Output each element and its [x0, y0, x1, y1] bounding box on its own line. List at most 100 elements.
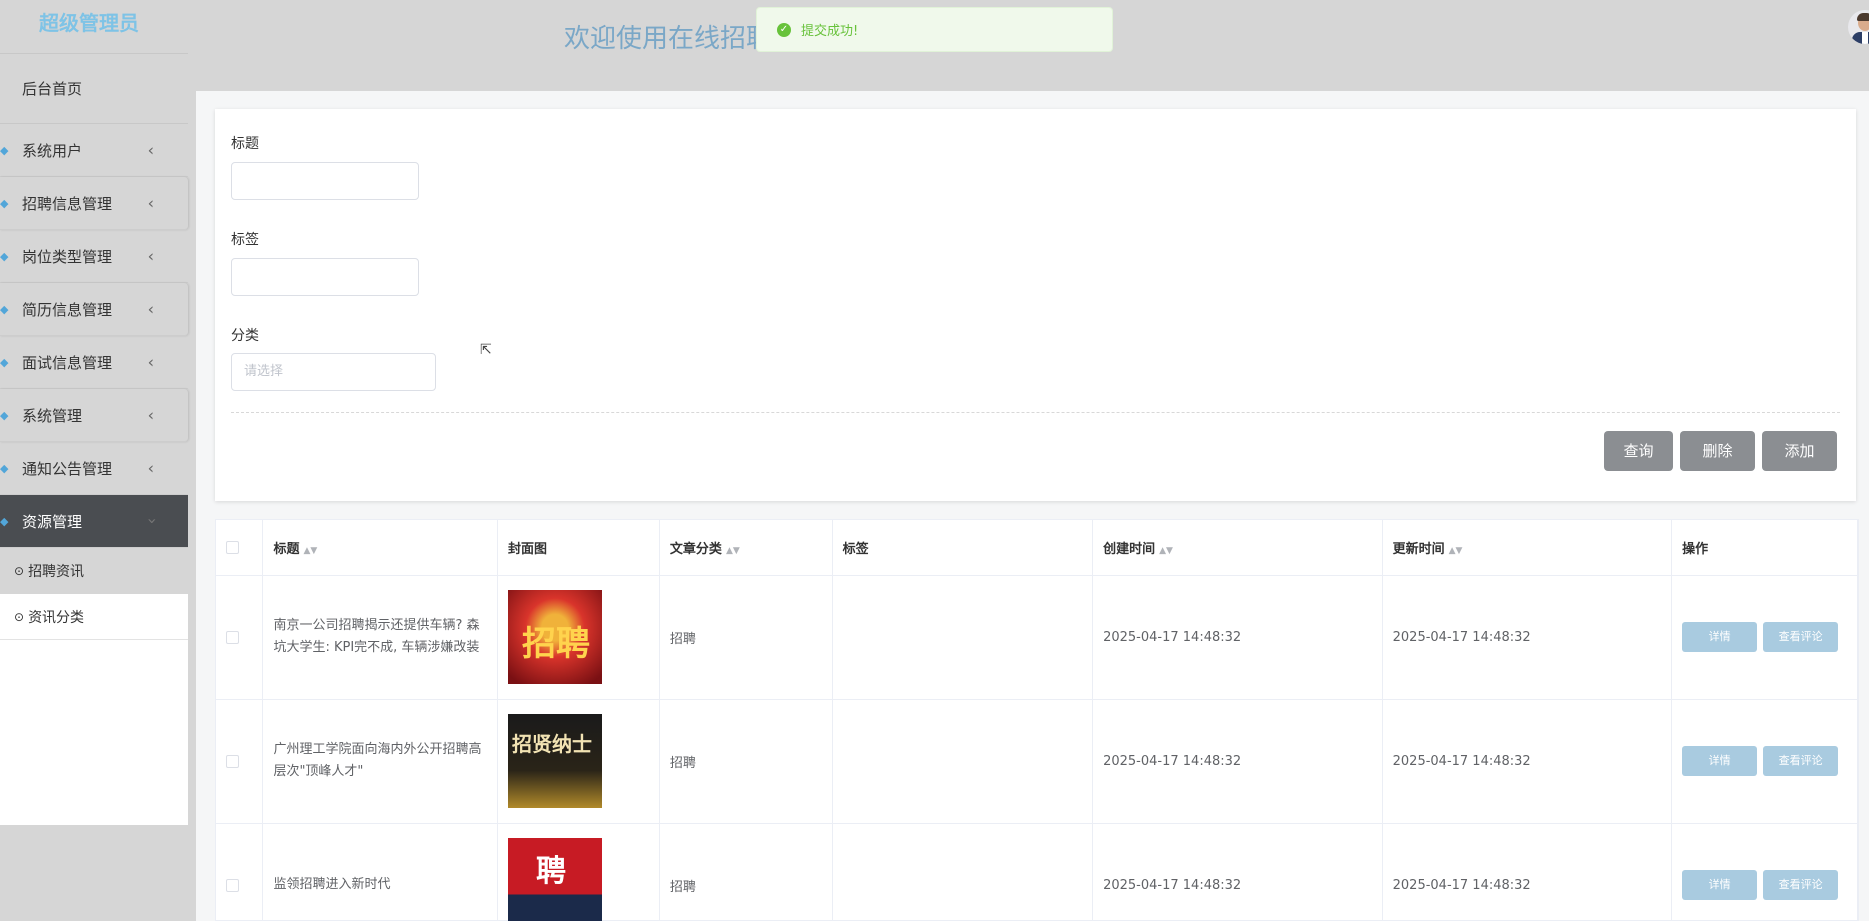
diamond-icon: ◆: [0, 355, 9, 369]
select-all-cell: [216, 520, 264, 576]
sidebar-item-interviews[interactable]: ◆ 面试信息管理 ‹: [0, 336, 188, 389]
row-checkbox[interactable]: [226, 630, 239, 644]
row-checkbox[interactable]: [226, 878, 239, 892]
diamond-icon: ◆: [0, 249, 9, 263]
sidebar-title: 超级管理员: [0, 0, 188, 54]
sidebar-item-home[interactable]: 后台首页: [0, 54, 188, 124]
row-updated: 2025-04-17 14:48:32: [1382, 699, 1673, 824]
row-checkbox[interactable]: [226, 754, 239, 768]
add-button[interactable]: 添加: [1762, 431, 1837, 471]
sidebar-item-resources[interactable]: ◆ 资源管理 ‹: [0, 495, 188, 548]
search-form: 标题 标签 分类 请选择 查询 删除 添加: [215, 109, 1856, 501]
sidebar-subitem-news-category[interactable]: ⊙ 资讯分类: [0, 594, 188, 640]
sidebar-item-recruitment[interactable]: ◆ 招聘信息管理 ‹: [0, 177, 188, 230]
view-comments-button[interactable]: 查看评论: [1763, 870, 1839, 900]
welcome-title: 欢迎使用在线招聘: [564, 24, 773, 54]
cover-text: 聘: [536, 854, 567, 889]
row-updated: 2025-04-17 14:48:32: [1382, 823, 1673, 921]
col-tag: 标签: [832, 520, 1094, 576]
chevron-left-icon: ‹: [147, 140, 154, 160]
sidebar-item-label: 招聘信息管理: [22, 194, 113, 213]
chevron-left-icon: ‹: [147, 193, 154, 213]
sidebar-item-label: 面试信息管理: [22, 353, 113, 372]
row-category: 招聘: [659, 699, 833, 824]
mouse-cursor-icon: ⇱: [480, 342, 492, 358]
check-circle-icon: ✓: [777, 22, 791, 37]
sidebar-item-label: 系统管理: [22, 406, 83, 425]
row-created: 2025-04-17 14:48:32: [1092, 823, 1383, 921]
sidebar-subitem-label: 资讯分类: [28, 609, 85, 626]
success-toast: ✓ 提交成功!: [756, 7, 1113, 52]
title-label: 标题: [231, 136, 259, 152]
sidebar-item-system-users[interactable]: ◆ 系统用户 ‹: [0, 124, 188, 177]
select-all-checkbox[interactable]: [226, 540, 239, 554]
sidebar-item-label: 岗位类型管理: [22, 247, 113, 266]
sidebar-item-system[interactable]: ◆ 系统管理 ‹: [0, 389, 188, 442]
cover-text: 招聘: [522, 624, 591, 664]
diamond-icon: ◆: [0, 143, 9, 157]
row-created: 2025-04-17 14:48:32: [1092, 575, 1383, 700]
query-button[interactable]: 查询: [1604, 431, 1673, 471]
toast-message: 提交成功!: [801, 24, 859, 39]
chevron-left-icon: ‹: [147, 246, 154, 266]
row-updated: 2025-04-17 14:48:32: [1382, 575, 1673, 700]
view-comments-button[interactable]: 查看评论: [1763, 622, 1839, 652]
detail-button[interactable]: 详情: [1682, 622, 1758, 652]
sort-icon: ▲▼: [725, 545, 740, 556]
view-comments-button[interactable]: 查看评论: [1763, 746, 1839, 776]
row-title: 南京一公司招聘揭示还提供车辆? 森坑大学生: KPI完不成, 车辆涉嫌改装: [262, 575, 499, 700]
sort-icon: ▲▼: [1159, 545, 1173, 556]
table-row: 广州理工学院面向海内外公开招聘高层次"顶峰人才" 招贤纳士 招聘 2025-04…: [216, 699, 1858, 824]
row-category: 招聘: [659, 823, 833, 921]
chevron-down-icon: ‹: [141, 517, 161, 525]
sidebar-item-label: 简历信息管理: [22, 300, 113, 319]
title-input[interactable]: [231, 162, 419, 200]
detail-button[interactable]: 详情: [1682, 746, 1758, 776]
detail-button[interactable]: 详情: [1682, 870, 1758, 900]
news-table: 标题 ▲▼ 封面图 文章分类 ▲▼ 标签 创建时间 ▲▼ 更新时间 ▲▼ 操作 南京一公…: [215, 519, 1859, 921]
cover-image: 聘: [508, 838, 603, 921]
avatar-hair: [1857, 13, 1869, 21]
diamond-icon: ◆: [0, 461, 9, 475]
sidebar-item-resumes[interactable]: ◆ 简历信息管理 ‹: [0, 283, 188, 336]
row-created: 2025-04-17 14:48:32: [1092, 699, 1383, 824]
diamond-icon: ◆: [0, 302, 9, 316]
delete-button[interactable]: 删除: [1680, 431, 1755, 471]
table-header-row: 标题 ▲▼ 封面图 文章分类 ▲▼ 标签 创建时间 ▲▼ 更新时间 ▲▼ 操作: [216, 520, 1858, 576]
sidebar-item-label: 通知公告管理: [22, 459, 113, 478]
table-row: 监领招聘进入新时代 聘 招聘 2025-04-17 14:48:32 2025-…: [216, 823, 1858, 921]
avatar-shirt: [1862, 32, 1868, 44]
avatar[interactable]: [1848, 10, 1869, 44]
sidebar-fill: [0, 640, 188, 825]
sidebar-item-notices[interactable]: ◆ 通知公告管理 ‹: [0, 442, 188, 495]
cover-image: 招贤纳士: [508, 714, 603, 808]
sidebar-item-label: 系统用户: [22, 141, 83, 160]
category-label: 分类: [231, 328, 259, 344]
sidebar-subitem-label: 招聘资讯: [28, 564, 85, 580]
sort-icon: ▲▼: [1448, 545, 1463, 556]
col-title[interactable]: 标题 ▲▼: [262, 520, 499, 576]
row-tag: [832, 699, 1094, 824]
col-category[interactable]: 文章分类 ▲▼: [659, 520, 833, 576]
tag-input[interactable]: [231, 258, 419, 296]
category-select[interactable]: 请选择: [231, 353, 436, 391]
row-title: 监领招聘进入新时代: [262, 823, 499, 921]
row-title: 广州理工学院面向海内外公开招聘高层次"顶峰人才": [262, 699, 499, 824]
tag-label: 标签: [231, 232, 259, 248]
row-category: 招聘: [659, 575, 833, 700]
col-updated[interactable]: 更新时间 ▲▼: [1382, 520, 1673, 576]
clock-icon: ⊙: [14, 564, 25, 578]
table-row: 南京一公司招聘揭示还提供车辆? 森坑大学生: KPI完不成, 车辆涉嫌改装 招聘…: [216, 575, 1858, 700]
row-tag: [832, 575, 1094, 700]
sidebar-item-job-types[interactable]: ◆ 岗位类型管理 ‹: [0, 230, 188, 283]
diamond-icon: ◆: [0, 196, 9, 210]
chevron-left-icon: ‹: [147, 458, 154, 478]
clock-icon: ⊙: [14, 609, 25, 624]
sidebar-item-label: 资源管理: [22, 512, 83, 531]
chevron-left-icon: ‹: [147, 352, 154, 372]
diamond-icon: ◆: [0, 408, 9, 422]
sidebar-subitem-news[interactable]: ⊙ 招聘资讯: [0, 548, 188, 594]
col-created[interactable]: 创建时间 ▲▼: [1092, 520, 1383, 576]
cover-text: 招贤纳士: [512, 732, 593, 756]
chevron-left-icon: ‹: [147, 405, 154, 425]
